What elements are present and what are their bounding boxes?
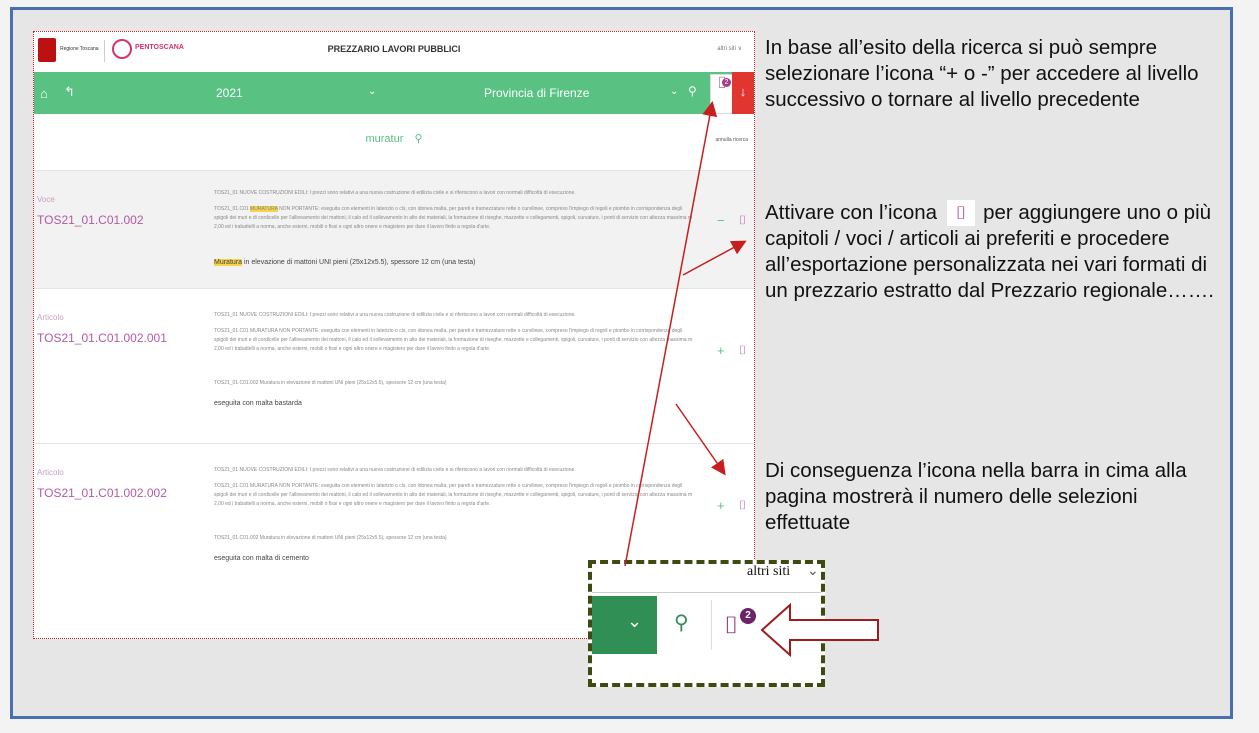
arrows-overlay <box>624 101 879 658</box>
pointer-arrow <box>675 403 726 476</box>
pointer-arrow <box>624 101 718 567</box>
pointer-arrow <box>682 240 747 276</box>
block-arrow <box>760 602 879 658</box>
